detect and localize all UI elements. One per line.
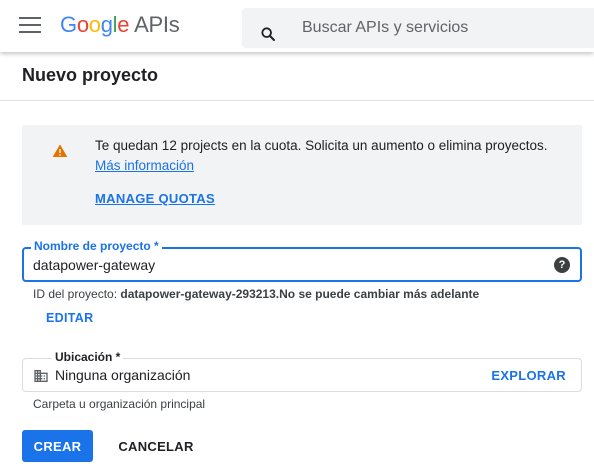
search-input[interactable] [302, 16, 582, 40]
project-name-field[interactable]: Nombre de proyecto * ? [22, 239, 582, 282]
divider [0, 100, 594, 101]
location-hint: Carpeta u organización principal [33, 397, 206, 411]
search-icon[interactable] [260, 26, 276, 42]
logo-letter: o [76, 12, 89, 37]
create-button[interactable]: CREAR [22, 430, 93, 462]
manage-quotas-link[interactable]: MANAGE QUOTAS [95, 191, 215, 206]
google-apis-logo[interactable]: Google APIs [60, 12, 180, 38]
location-value: Ninguna organización [55, 367, 191, 383]
more-info-link[interactable]: Más información [95, 158, 194, 173]
edit-project-id-button[interactable]: EDITAR [46, 311, 93, 325]
logo-letter: e [117, 12, 130, 37]
quota-notice: Te quedan 12 projects en la cuota. Solic… [22, 125, 582, 225]
project-id-value: datapower-gateway-293213 [120, 287, 276, 301]
project-id-info: ID del proyecto: datapower-gateway-29321… [33, 287, 479, 301]
location-label: Ubicación * [52, 350, 124, 364]
browse-location-button[interactable]: EXPLORAR [491, 368, 566, 383]
logo-letter: G [60, 12, 77, 37]
building-icon [34, 370, 48, 382]
project-name-label: Nombre de proyecto * [31, 239, 162, 253]
cancel-button[interactable]: CANCELAR [109, 430, 203, 462]
location-field[interactable]: Ubicación * Ninguna organización EXPLORA… [22, 350, 582, 392]
project-id-suffix: .No se puede cambiar más adelante [275, 287, 480, 301]
logo-apis-text: APIs [134, 12, 180, 37]
project-name-input[interactable] [33, 255, 533, 275]
quota-message-text: Te quedan 12 projects en la cuota. Solic… [95, 138, 548, 153]
page-title: Nuevo proyecto [22, 65, 159, 85]
search-bar[interactable] [242, 8, 594, 48]
logo-letter: o [88, 12, 101, 37]
warning-icon [52, 144, 68, 157]
logo-letter: g [100, 12, 113, 37]
top-app-bar: Google APIs [0, 0, 594, 52]
hamburger-menu-icon[interactable] [19, 17, 41, 35]
help-icon[interactable]: ? [554, 257, 570, 273]
project-id-prefix: ID del proyecto: [33, 287, 121, 301]
quota-message: Te quedan 12 projects en la cuota. Solic… [95, 136, 565, 176]
